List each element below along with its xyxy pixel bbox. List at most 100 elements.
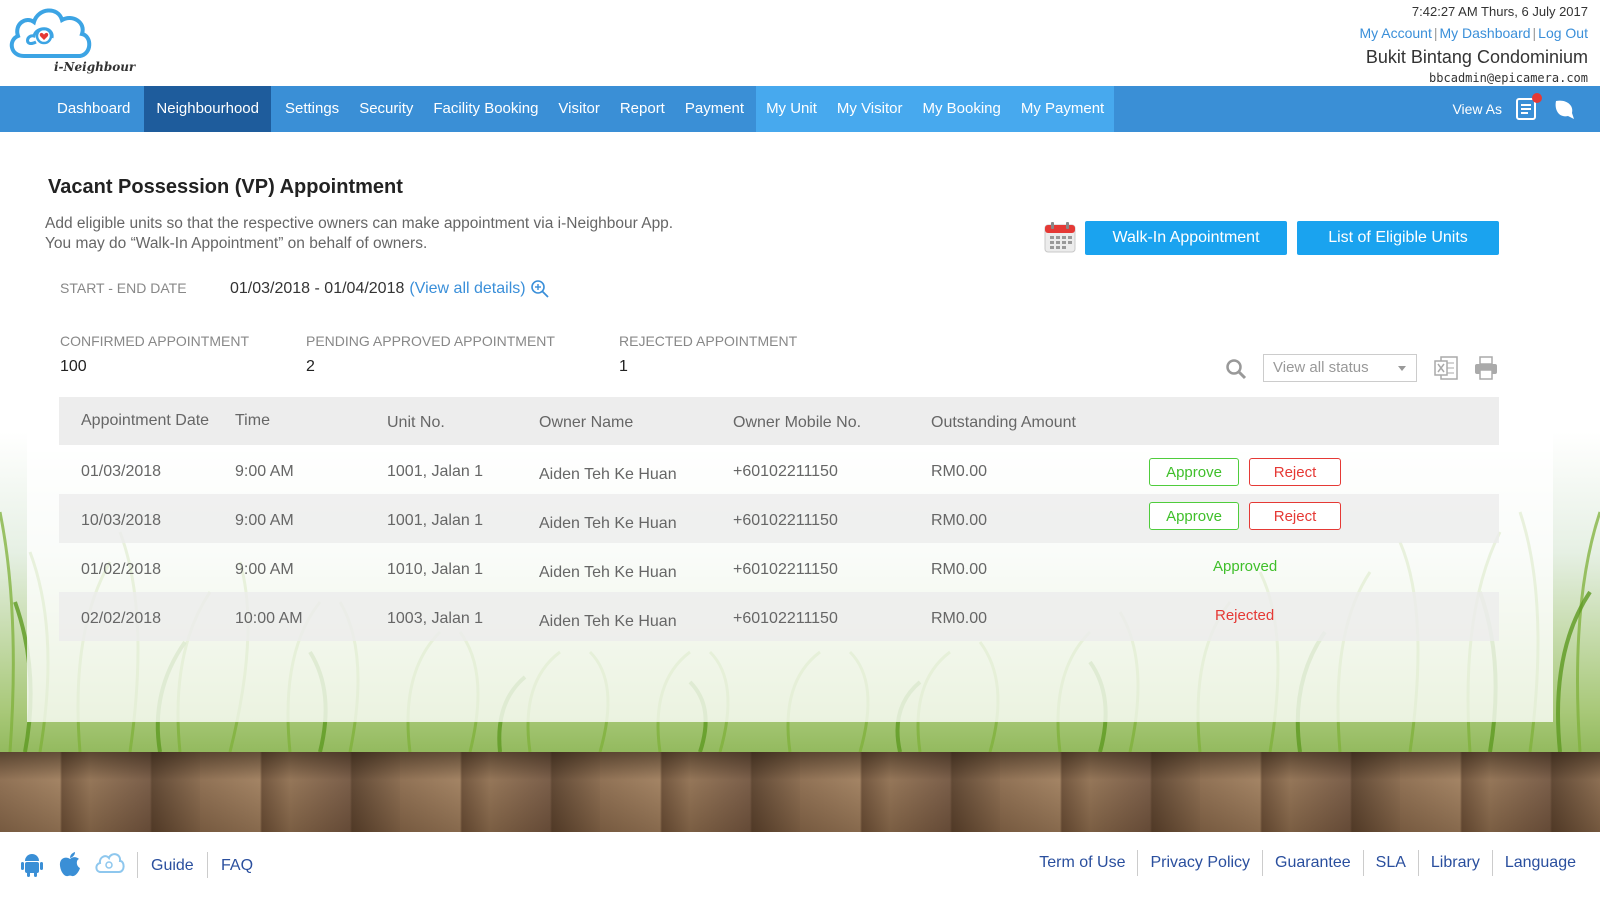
col-owner-name[interactable]: Owner Name bbox=[539, 414, 633, 432]
col-owner-mobile[interactable]: Owner Mobile No. bbox=[733, 414, 861, 432]
guide-link[interactable]: Guide bbox=[151, 857, 194, 875]
header-account-panel: 7:42:27 AM Thurs, 6 July 2017 My Account… bbox=[1359, 2, 1588, 86]
nav-security[interactable]: Security bbox=[349, 86, 423, 132]
nav-dashboard[interactable]: Dashboard bbox=[47, 86, 140, 132]
unit-no: 1010, Jalan 1 bbox=[387, 561, 484, 578]
footer: Guide FAQ Term of Use Privacy Policy Gua… bbox=[0, 832, 1600, 900]
table-row: 10/03/2018 9:00 AM 1001, Jalan 1 Aiden T… bbox=[59, 494, 1499, 543]
walk-in-appointment-button[interactable]: Walk-In Appointment bbox=[1085, 221, 1287, 255]
appointment-time: 9:00 AM bbox=[235, 463, 294, 480]
table-row: 01/03/2018 9:00 AM 1001, Jalan 1 Aiden T… bbox=[59, 445, 1499, 494]
unit-no: 1001, Jalan 1 bbox=[387, 463, 484, 480]
nav-payment[interactable]: Payment bbox=[675, 86, 754, 132]
notification-dot bbox=[1532, 93, 1542, 103]
owner-mobile: +60102211150 bbox=[733, 561, 838, 578]
page-title: Vacant Possession (VP) Appointment bbox=[48, 176, 403, 198]
table-row: 01/02/2018 9:00 AM 1010, Jalan 1 Aiden T… bbox=[59, 543, 1499, 592]
library-link[interactable]: Library bbox=[1417, 850, 1492, 876]
user-nav-group: My Unit My Visitor My Booking My Payment bbox=[756, 86, 1115, 132]
my-account-link[interactable]: My Account bbox=[1359, 25, 1431, 41]
table-header: Appointment Date Time Unit No. Owner Nam… bbox=[59, 397, 1499, 445]
nav-my-payment[interactable]: My Payment bbox=[1011, 86, 1114, 132]
guarantee-link[interactable]: Guarantee bbox=[1262, 850, 1363, 876]
header: i-Neighbour 7:42:27 AM Thurs, 6 July 201… bbox=[0, 0, 1600, 86]
sla-link[interactable]: SLA bbox=[1362, 850, 1418, 876]
i-neighbour-cloud-icon[interactable] bbox=[94, 850, 125, 878]
nav-my-unit[interactable]: My Unit bbox=[756, 86, 827, 132]
app-store-icons bbox=[18, 850, 132, 878]
main-nav: Dashboard Neighbourhood Settings Securit… bbox=[0, 86, 1600, 132]
chat-icon[interactable] bbox=[1552, 97, 1576, 121]
list-eligible-units-button[interactable]: List of Eligible Units bbox=[1297, 221, 1499, 255]
appointment-date: 01/03/2018 bbox=[81, 463, 162, 480]
owner-mobile: +60102211150 bbox=[733, 512, 838, 529]
appointment-date: 10/03/2018 bbox=[81, 512, 162, 529]
outstanding-amount: RM0.00 bbox=[931, 610, 988, 627]
col-appointment-date[interactable]: Appointment Date bbox=[81, 412, 209, 430]
search-icon[interactable] bbox=[1225, 358, 1247, 380]
outstanding-amount: RM0.00 bbox=[931, 512, 988, 529]
rejected-appointment-count: 1 bbox=[619, 358, 628, 375]
nav-right-tools: View As bbox=[1452, 93, 1600, 121]
reject-button[interactable]: Reject bbox=[1249, 458, 1341, 486]
nav-settings[interactable]: Settings bbox=[275, 86, 349, 132]
owner-mobile: +60102211150 bbox=[733, 463, 838, 480]
content-panel: Vacant Possession (VP) Appointment Add e… bbox=[27, 132, 1553, 722]
description-line-1: Add eligible units so that the respectiv… bbox=[45, 215, 674, 232]
nav-neighbourhood[interactable]: Neighbourhood bbox=[144, 86, 271, 132]
appointments-table: Appointment Date Time Unit No. Owner Nam… bbox=[59, 397, 1499, 641]
cloud-heart-icon bbox=[9, 8, 92, 58]
log-out-link[interactable]: Log Out bbox=[1538, 25, 1588, 41]
excel-export-icon[interactable] bbox=[1433, 355, 1459, 381]
unit-no: 1001, Jalan 1 bbox=[387, 512, 484, 529]
user-email: bbcadmin@epicamera.com bbox=[1429, 71, 1588, 85]
col-unit-no[interactable]: Unit No. bbox=[387, 414, 445, 432]
appointment-date: 02/02/2018 bbox=[81, 610, 162, 627]
col-outstanding-amount[interactable]: Outstanding Amount bbox=[931, 414, 1076, 432]
nav-report[interactable]: Report bbox=[610, 86, 675, 132]
nav-my-visitor[interactable]: My Visitor bbox=[827, 86, 913, 132]
confirmed-appointment-count: 100 bbox=[60, 358, 87, 375]
approve-button[interactable]: Approve bbox=[1149, 458, 1239, 486]
faq-link[interactable]: FAQ bbox=[221, 857, 253, 875]
zoom-in-icon[interactable] bbox=[530, 279, 550, 299]
view-all-details-link[interactable]: (View all details) bbox=[409, 280, 525, 298]
print-icon[interactable] bbox=[1473, 355, 1499, 381]
term-of-use-link[interactable]: Term of Use bbox=[1027, 850, 1137, 876]
view-as-label[interactable]: View As bbox=[1452, 101, 1502, 117]
col-time[interactable]: Time bbox=[235, 412, 270, 430]
appointment-time: 10:00 AM bbox=[235, 610, 303, 627]
owner-name: Aiden Teh Ke Huan bbox=[539, 613, 677, 630]
status-filter-select[interactable]: View all status bbox=[1263, 354, 1417, 382]
table-row: 02/02/2018 10:00 AM 1003, Jalan 1 Aiden … bbox=[59, 592, 1499, 641]
date-range-value: 01/03/2018 - 01/04/2018 bbox=[230, 280, 405, 297]
owner-name: Aiden Teh Ke Huan bbox=[539, 466, 677, 483]
my-dashboard-link[interactable]: My Dashboard bbox=[1439, 25, 1530, 41]
logo-text: i-Neighbour bbox=[54, 60, 136, 74]
status-rejected: Rejected bbox=[1215, 607, 1275, 624]
appointment-date: 01/02/2018 bbox=[81, 561, 162, 578]
android-icon[interactable] bbox=[18, 850, 46, 878]
pending-appointment-label: PENDING APPROVED APPOINTMENT bbox=[306, 333, 555, 349]
approve-button[interactable]: Approve bbox=[1149, 502, 1239, 530]
reject-button[interactable]: Reject bbox=[1249, 502, 1341, 530]
language-link[interactable]: Language bbox=[1491, 850, 1588, 876]
nav-my-booking[interactable]: My Booking bbox=[912, 86, 1010, 132]
notes-icon[interactable] bbox=[1514, 93, 1542, 121]
appointment-time: 9:00 AM bbox=[235, 512, 294, 529]
privacy-policy-link[interactable]: Privacy Policy bbox=[1137, 850, 1262, 876]
nav-facility-booking[interactable]: Facility Booking bbox=[423, 86, 548, 132]
rejected-appointment-label: REJECTED APPOINTMENT bbox=[619, 333, 798, 349]
nav-visitor[interactable]: Visitor bbox=[548, 86, 609, 132]
account-links: My Account | My Dashboard | Log Out bbox=[1359, 25, 1588, 41]
pending-appointment-count: 2 bbox=[306, 358, 315, 375]
date-range-label: START - END DATE bbox=[60, 280, 187, 296]
outstanding-amount: RM0.00 bbox=[931, 561, 988, 578]
outstanding-amount: RM0.00 bbox=[931, 463, 988, 480]
apple-icon[interactable] bbox=[56, 850, 84, 878]
i-neighbour-logo[interactable]: i-Neighbour bbox=[6, 4, 136, 80]
appointment-time: 9:00 AM bbox=[235, 561, 294, 578]
status-filter-value: View all status bbox=[1273, 359, 1369, 376]
calendar-icon[interactable] bbox=[1043, 220, 1077, 254]
page-description: Add eligible units so that the respectiv… bbox=[45, 214, 673, 254]
